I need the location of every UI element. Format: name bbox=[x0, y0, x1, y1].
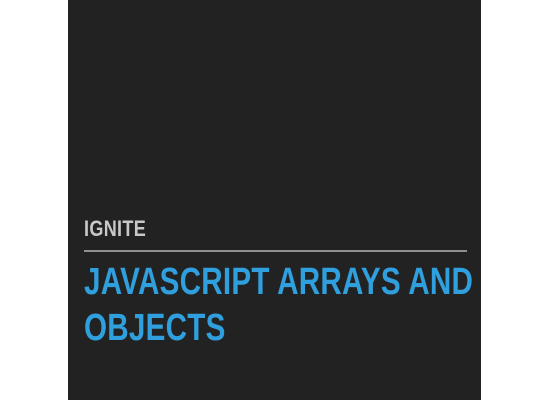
title-divider bbox=[84, 250, 467, 252]
slide-title-line-1: JAVASCRIPT ARRAYS AND bbox=[84, 261, 474, 303]
slide-title-line-2: OBJECTS bbox=[84, 307, 226, 349]
presentation-canvas: IGNITE JAVASCRIPT ARRAYS AND OBJECTS bbox=[0, 0, 550, 400]
title-slide: IGNITE JAVASCRIPT ARRAYS AND OBJECTS bbox=[68, 0, 481, 400]
slide-title: JAVASCRIPT ARRAYS AND OBJECTS bbox=[84, 259, 474, 351]
slide-kicker: IGNITE bbox=[84, 216, 147, 241]
